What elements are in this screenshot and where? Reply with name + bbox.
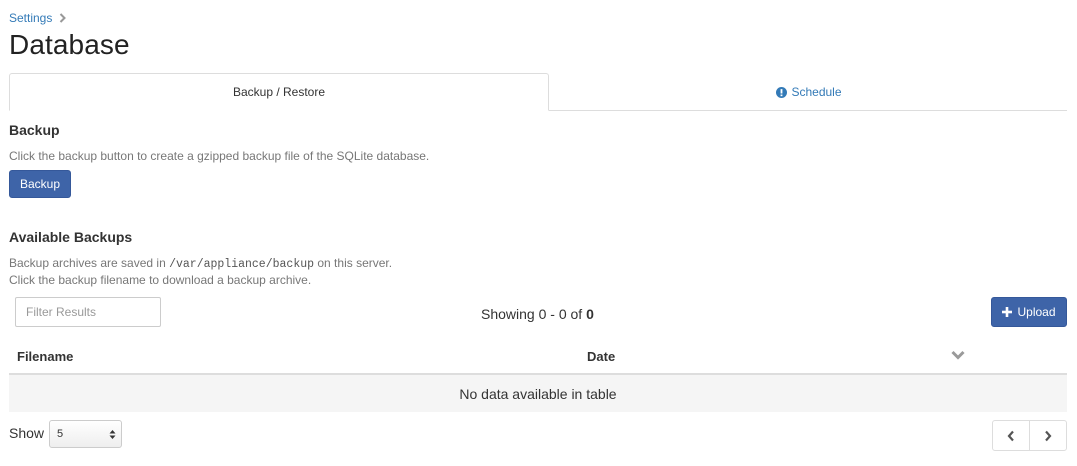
backup-description: Click the backup button to create a gzip… [9,149,430,163]
chevron-right-icon [1045,430,1052,441]
breadcrumb-settings-link[interactable]: Settings [9,11,52,25]
plus-icon [1002,307,1013,317]
chevron-right-icon [60,13,67,23]
exclamation-circle-icon [776,86,788,98]
show-label: Show [9,425,45,441]
download-hint: Click the backup filename to download a … [9,273,312,287]
description-prefix: Backup archives are saved in [9,256,166,270]
table-empty-row: No data available in table [9,375,1067,412]
sort-chevron-icon[interactable] [951,350,965,360]
showing-prefix: Showing 0 - 0 of [481,306,583,322]
showing-count: Showing 0 - 0 of 0 [481,306,594,322]
column-header-date[interactable]: Date [587,349,615,364]
available-backups-description: Backup archives are saved in /var/applia… [9,256,392,271]
backup-heading: Backup [9,122,60,138]
column-header-filename[interactable]: Filename [17,349,73,364]
backup-button[interactable]: Backup [9,170,71,198]
pagination [992,420,1067,451]
available-backups-heading: Available Backups [9,229,133,245]
tab-label: Schedule [791,85,842,99]
description-suffix: on this server. [317,256,393,270]
upload-button[interactable]: Upload [991,297,1067,327]
previous-page-button[interactable] [993,421,1029,450]
updown-arrows-icon [109,429,116,439]
chevron-left-icon [1007,430,1014,441]
next-page-button[interactable] [1029,421,1066,450]
upload-label: Upload [1017,305,1056,319]
filter-input[interactable] [15,297,161,327]
page-title: Database [9,29,130,60]
breadcrumb[interactable]: Settings [9,11,67,25]
tab-schedule[interactable]: Schedule [551,74,1067,110]
empty-message: No data available in table [459,385,617,402]
page-size-select[interactable]: 5 [49,420,122,448]
tab-label: Backup / Restore [232,85,326,99]
backup-path: /var/appliance/backup [169,258,315,271]
page-size-value: 5 [57,428,64,440]
tab-backup-restore[interactable]: Backup / Restore [9,73,549,111]
showing-total: 0 [586,306,594,322]
